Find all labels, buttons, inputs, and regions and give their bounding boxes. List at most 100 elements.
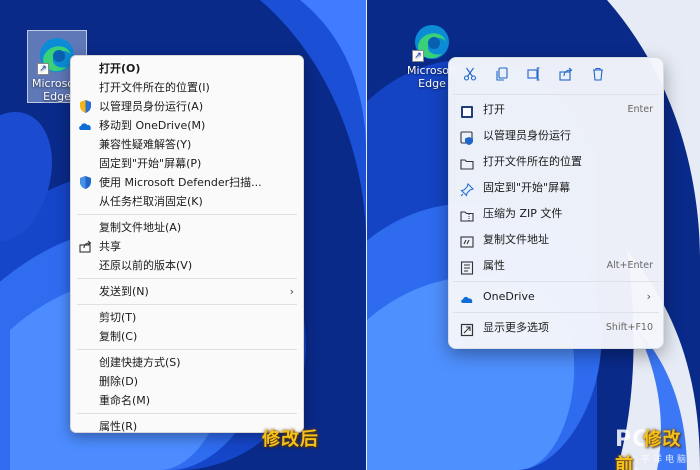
menu-item-label: 打开(O) — [99, 62, 141, 75]
menu-item-label: 固定到"开始"屏幕 — [483, 181, 571, 194]
menu-separator — [77, 214, 297, 215]
defender-icon — [78, 175, 93, 190]
caption-after: 修改后 — [262, 429, 319, 450]
menu-item-label: 打开文件所在的位置(I) — [99, 81, 210, 94]
menu-item-label: 兼容性疑难解答(Y) — [99, 138, 192, 151]
rename-button[interactable] — [523, 64, 545, 86]
shield-icon — [78, 99, 93, 114]
chevron-right-icon: › — [289, 285, 294, 298]
menu-separator — [453, 281, 659, 282]
menu-item-shortcut: Shift+F10 — [605, 322, 653, 333]
onedrive-icon — [460, 290, 474, 304]
caption-before-text: 修改前 — [615, 429, 682, 470]
menu-item-label: OneDrive — [483, 290, 535, 303]
copy-button[interactable] — [491, 64, 513, 86]
classic-menu-item[interactable]: 删除(D) — [71, 372, 303, 391]
menu-item-label: 以管理员身份运行 — [483, 129, 571, 142]
menu-item-onedrive[interactable]: OneDrive › — [449, 284, 663, 310]
menu-item-label: 从任务栏取消固定(K) — [99, 195, 203, 208]
copy-icon — [495, 66, 509, 84]
shortcut-arrow-icon: ↗ — [412, 50, 424, 62]
modern-menu-item[interactable]: 压缩为 ZIP 文件 — [449, 201, 663, 227]
classic-menu-item[interactable]: 还原以前的版本(V) — [71, 256, 303, 275]
menu-item-label: 以管理员身份运行(A) — [99, 100, 204, 113]
modern-menu-item[interactable]: 复制文件地址 — [449, 227, 663, 253]
menu-item-label: 移动到 OneDrive(M) — [99, 119, 206, 132]
menu-item-more-options[interactable]: 显示更多选项 Shift+F10 — [449, 315, 663, 341]
classic-menu-item[interactable]: 从任务栏取消固定(K) — [71, 192, 303, 211]
caption-before: PC修改前 — [615, 425, 700, 470]
menu-item-label: 复制文件地址(A) — [99, 221, 182, 234]
menu-separator — [77, 278, 297, 279]
menu-item-label: 使用 Microsoft Defender扫描... — [99, 176, 262, 189]
onedrive-icon — [78, 118, 93, 133]
modern-menu-item[interactable]: 固定到"开始"屏幕 — [449, 175, 663, 201]
more-options-icon — [460, 321, 474, 337]
modern-context-menu: 打开 Enter 以管理员身份运行 打开文件所在的位置 固定到"开始"屏幕 压缩为 ZIP… — [448, 57, 664, 349]
menu-items-top: 打开 Enter 以管理员身份运行 打开文件所在的位置 固定到"开始"屏幕 压缩为 ZIP… — [449, 97, 663, 279]
menu-toolbar — [449, 58, 663, 92]
folder-icon — [460, 155, 474, 170]
classic-menu-item[interactable]: 创建快捷方式(S) — [71, 353, 303, 372]
menu-separator — [77, 304, 297, 305]
edge-icon: ↗ — [412, 22, 452, 62]
menu-item-label: 显示更多选项 — [483, 321, 549, 334]
classic-menu-item[interactable]: 打开(O) — [71, 59, 303, 78]
classic-menu-item[interactable]: 固定到"开始"屏幕(P) — [71, 154, 303, 173]
modern-menu-item[interactable]: 以管理员身份运行 — [449, 123, 663, 149]
classic-menu-item[interactable]: 剪切(T) — [71, 308, 303, 327]
zip-icon — [460, 207, 474, 222]
pin-icon — [460, 181, 475, 197]
menu-separator — [453, 312, 659, 313]
shortcut-arrow-icon: ↗ — [37, 63, 49, 75]
menu-item-label: 删除(D) — [99, 375, 139, 388]
menu-separator — [77, 413, 297, 414]
menu-item-label: 复制文件地址 — [483, 233, 549, 246]
classic-menu-item[interactable]: 复制(C) — [71, 327, 303, 346]
admin-icon — [460, 129, 474, 145]
classic-menu-item[interactable]: 以管理员身份运行(A) — [71, 97, 303, 116]
modern-menu-item[interactable]: 打开 Enter — [449, 97, 663, 123]
chevron-right-icon: › — [646, 290, 651, 303]
menu-item-label: 复制(C) — [99, 330, 138, 343]
menu-item-label: 固定到"开始"屏幕(P) — [99, 157, 202, 170]
menu-item-label: 创建快捷方式(S) — [99, 356, 181, 369]
delete-icon — [591, 67, 605, 84]
classic-menu-item[interactable]: 共享 — [71, 237, 303, 256]
menu-item-label: 属性 — [483, 259, 505, 272]
menu-item-shortcut: Enter — [627, 104, 654, 115]
cut-button[interactable] — [459, 64, 481, 86]
properties-icon — [460, 259, 474, 275]
classic-menu-item[interactable]: 重命名(M) — [71, 391, 303, 410]
classic-menu-item[interactable]: 移动到 OneDrive(M) — [71, 116, 303, 135]
cut-icon — [463, 67, 477, 84]
share-icon — [78, 239, 93, 254]
menu-item-label: 发送到(N) — [99, 285, 149, 298]
menu-item-label: 剪切(T) — [99, 311, 137, 324]
share-button[interactable] — [555, 64, 577, 86]
classic-menu-item[interactable]: 打开文件所在的位置(I) — [71, 78, 303, 97]
menu-item-label: 打开 — [483, 103, 505, 116]
menu-item-shortcut: Alt+Enter — [606, 260, 653, 271]
modern-menu-item[interactable]: 打开文件所在的位置 — [449, 149, 663, 175]
copy-path-icon — [460, 233, 474, 248]
classic-context-menu: 打开(O) 打开文件所在的位置(I) 以管理员身份运行(A) 移动到 OneDrive… — [70, 55, 304, 433]
classic-menu-item[interactable]: 兼容性疑难解答(Y) — [71, 135, 303, 154]
classic-menu-item[interactable]: 使用 Microsoft Defender扫描... — [71, 173, 303, 192]
share-icon — [559, 67, 573, 84]
classic-menu-item[interactable]: 发送到(N) › — [71, 282, 303, 301]
menu-separator — [453, 94, 659, 95]
rename-icon — [527, 66, 541, 84]
menu-item-label: 共享 — [99, 240, 121, 253]
menu-item-label: 属性(R) — [99, 420, 138, 433]
menu-item-label: 重命名(M) — [99, 394, 151, 407]
menu-item-label: 压缩为 ZIP 文件 — [483, 207, 563, 220]
classic-menu-item[interactable]: 复制文件地址(A) — [71, 218, 303, 237]
menu-item-label: 打开文件所在的位置 — [483, 155, 582, 168]
menu-item-label: 还原以前的版本(V) — [99, 259, 193, 272]
left-panel: ↗ Microsoft Edge 打开(O) 打开文件所在的位置(I) 以管理员身份… — [0, 0, 366, 470]
app-icon — [460, 103, 474, 118]
delete-button[interactable] — [587, 64, 609, 86]
modern-menu-item[interactable]: 属性 Alt+Enter — [449, 253, 663, 279]
menu-separator — [77, 349, 297, 350]
